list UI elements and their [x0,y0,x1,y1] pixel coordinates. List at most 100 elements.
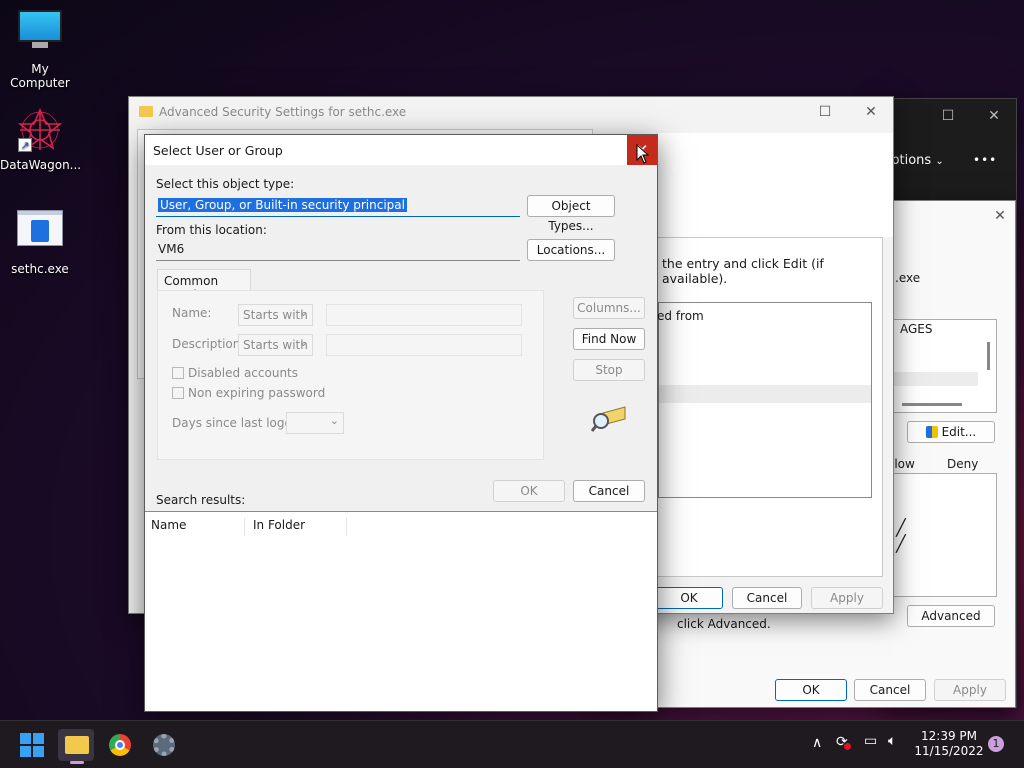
exe-file-icon [16,210,64,258]
apply-button[interactable]: Apply [934,679,1006,701]
folder-icon [139,106,153,117]
desktop-icon-sethc[interactable]: sethc.exe [0,206,80,276]
close-button[interactable]: ✕ [977,201,1023,231]
window-titlebar: Advanced Security Settings for sethc.exe… [129,97,893,127]
non-expiring-checkbox[interactable] [172,387,184,399]
non-expiring-label: Non expiring password [188,386,326,400]
close-button[interactable]: ✕ [848,97,894,127]
disabled-accounts-label: Disabled accounts [188,366,299,380]
column-header-name[interactable]: Name [151,518,245,536]
window-title: Advanced Security Settings for sethc.exe [159,105,407,119]
ok-button[interactable]: OK [493,480,565,502]
select-user-dialog: Select User or Group ✕ Select this objec… [144,134,658,712]
datawagon-logo-icon: ↗ [16,106,64,154]
chrome-icon [109,734,131,756]
taskbar: ∧ ⟳ ▭ 🔈︎ 12:39 PM 11/15/2022 1 [0,720,1024,768]
disabled-accounts-checkbox[interactable] [172,367,184,379]
principal-list[interactable]: AGES [891,319,997,413]
tab-common-queries[interactable]: Common Queries [157,269,251,302]
columns-button[interactable]: Columns... [573,297,645,319]
permissions-panel: the entry and click Edit (if available).… [657,237,883,577]
advanced-button[interactable]: Advanced [907,605,995,627]
object-type-label: Select this object type: [156,177,295,191]
column-header-in-folder[interactable]: In Folder [253,518,347,536]
chrome-taskbar-button[interactable] [102,729,138,761]
monitor-icon [16,10,64,58]
edit-label: Edit... [941,425,977,439]
chevron-down-icon: ⌄ [935,156,944,167]
desktop-icon-label: sethc.exe [11,262,69,276]
active-indicator [70,761,84,764]
apply-button[interactable]: Apply [811,587,883,609]
principal-item-selected[interactable] [892,372,978,386]
locations-button[interactable]: Locations... [527,239,615,261]
results-header: Name In Folder [145,512,347,536]
settings-taskbar-button[interactable] [146,729,182,761]
description-mode-dropdown[interactable]: Starts with ⌄ [238,334,313,356]
cancel-button[interactable]: Cancel [573,480,645,502]
advanced-hint: click Advanced. [677,617,771,631]
cancel-button[interactable]: Cancel [854,679,926,701]
clock-date: 11/15/2022 [914,744,984,758]
options-menu[interactable]: Options ⌄ [881,153,944,168]
days-since-dropdown[interactable]: ⌄ [286,412,344,434]
desktop-icon-my-computer[interactable]: My Computer [0,10,80,90]
search-magnifier-icon [590,405,627,436]
dialog-titlebar: Select User or Group ✕ [145,135,657,165]
object-type-field[interactable]: User, Group, or Built-in security princi… [156,195,520,217]
name-mode-dropdown[interactable]: Starts with ⌄ [238,304,313,326]
search-results-label: Search results: [156,493,246,507]
stop-button[interactable]: Stop [573,359,645,381]
inherited-from-header: ed from [657,309,704,323]
desktop-icon-datawagon[interactable]: ↗ DataWagon... [0,106,82,172]
permissions-list[interactable]: ╱ ╱ [891,473,997,597]
clock-time: 12:39 PM [921,729,977,743]
top-panel [657,133,893,237]
object-type-value: User, Group, or Built-in security princi… [158,198,407,212]
file-explorer-taskbar-button[interactable] [58,729,94,764]
sync-alert-icon[interactable]: ⟳ [836,734,851,750]
vertical-scrollbar[interactable] [987,342,990,370]
desktop-icon-label: DataWagon... [0,158,82,172]
notification-badge[interactable]: 1 [988,736,1004,752]
entry-row-selected[interactable] [659,385,871,403]
network-icon[interactable]: ▭ [864,733,877,749]
find-now-button[interactable]: Find Now [573,328,645,350]
name-label: Name: [172,306,212,320]
volume-icon[interactable]: 🔈︎ [888,733,896,749]
description-label: Description: [172,337,245,351]
column-allow: llow [891,457,915,471]
days-since-label: Days since last logon: [172,416,304,430]
clock[interactable]: 12:39 PM 11/15/2022 [914,729,984,759]
chevron-down-icon: ⌄ [298,306,308,319]
check-icon: ╱ [896,534,906,553]
common-queries-panel: Name: Starts with ⌄ Description: Starts … [157,290,544,460]
shortcut-arrow-icon: ↗ [18,138,32,152]
file-label: .exe [895,271,921,285]
description-input[interactable] [326,334,522,356]
show-hidden-icons-button[interactable]: ∧ [812,735,822,751]
column-deny: Deny [947,457,979,471]
maximize-button[interactable]: ☐ [925,101,971,131]
object-types-button[interactable]: Object Types... [527,195,615,233]
search-results-table[interactable]: Name In Folder [145,511,657,711]
more-icon[interactable]: ••• [973,153,997,167]
location-field[interactable]: VM6 [156,239,520,261]
location-label: From this location: [156,223,267,237]
mouse-cursor-icon [636,143,650,167]
name-input[interactable] [326,304,522,326]
maximize-button[interactable]: ☐ [802,97,848,127]
ok-button[interactable]: OK [655,587,723,609]
ok-button[interactable]: OK [775,679,847,701]
principal-item[interactable]: AGES [900,322,933,336]
start-button[interactable] [14,729,50,761]
cancel-button[interactable]: Cancel [732,587,802,609]
chevron-down-icon: ⌄ [329,414,339,427]
horizontal-scrollbar[interactable] [902,403,962,406]
edit-button[interactable]: Edit... [907,421,995,443]
uac-shield-icon [925,426,938,438]
windows-logo-icon [20,733,44,757]
permission-entries-list[interactable]: ed from [657,302,872,498]
gear-icon [153,734,175,756]
close-button[interactable]: ✕ [971,101,1017,131]
